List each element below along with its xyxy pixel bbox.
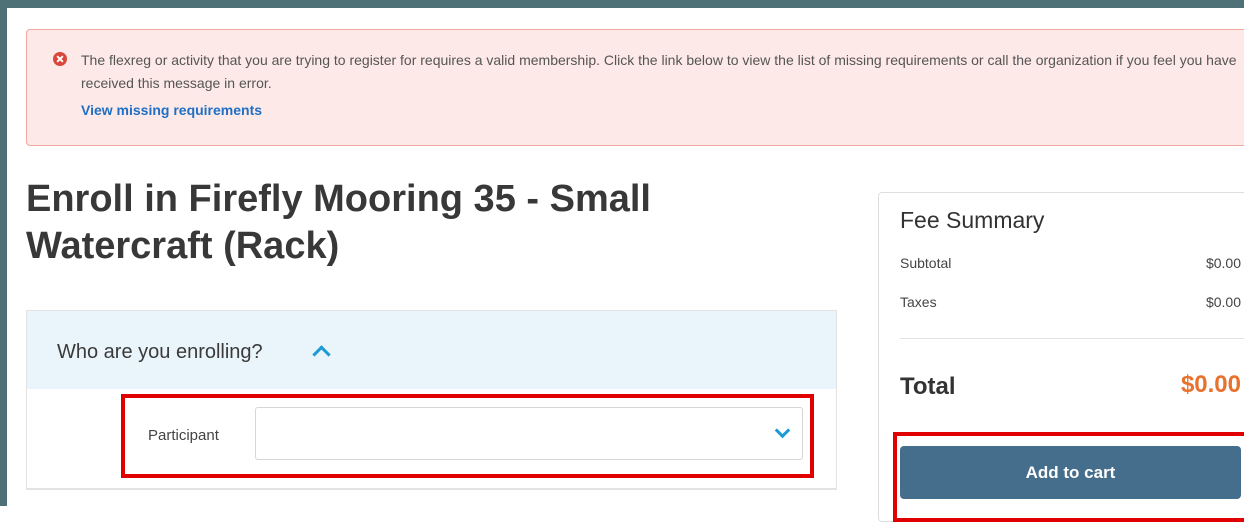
alert-message: The flexreg or activity that you are try… [81,52,1237,91]
view-missing-requirements-link[interactable]: View missing requirements [81,102,262,118]
participant-label: Participant [148,427,219,444]
window-frame-left [0,0,7,506]
error-circle-icon [53,52,67,66]
chevron-up-icon [312,345,331,364]
subtotal-value: $0.00 [1205,255,1241,271]
page-title: Enroll in Firefly Mooring 35 - Small Wat… [26,178,651,267]
fee-divider [900,338,1244,339]
section-divider [26,488,837,489]
section-title: Who are you enrolling? [57,341,263,363]
chevron-down-icon [774,422,791,439]
participant-select[interactable] [255,407,803,460]
membership-error-alert: The flexreg or activity that you are try… [26,29,1244,146]
fee-summary-title: Fee Summary [900,207,1045,233]
total-label: Total [900,373,956,400]
add-to-cart-button[interactable]: Add to cart [900,446,1241,499]
total-value: $0.00 [1180,371,1241,398]
subtotal-label: Subtotal [900,255,952,271]
taxes-value: $0.00 [1205,294,1241,310]
who-enrolling-toggle[interactable]: Who are you enrolling? [27,311,836,389]
window-frame-top [0,0,1244,8]
taxes-label: Taxes [900,294,937,310]
